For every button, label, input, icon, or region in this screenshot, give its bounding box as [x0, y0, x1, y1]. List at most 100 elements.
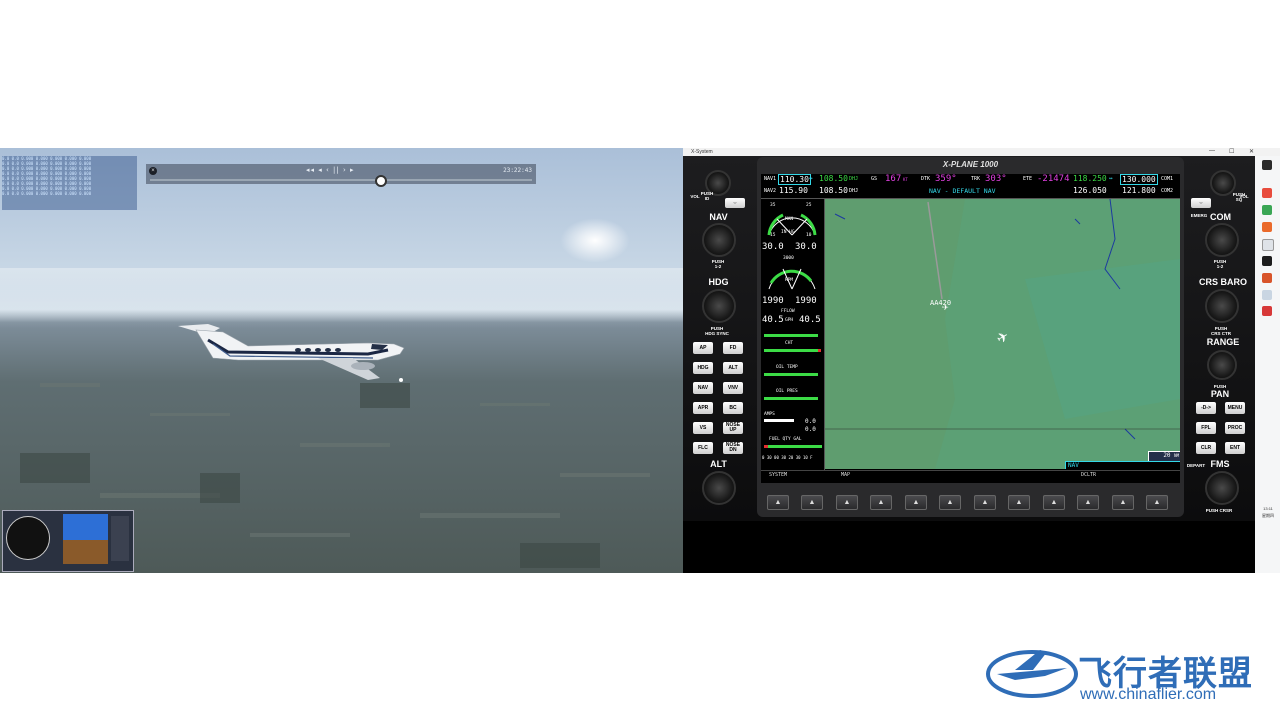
- clr-button[interactable]: CLR: [1196, 442, 1216, 454]
- push-12-label: PUSH 1-2: [711, 259, 725, 269]
- engine-indication-strip: 35 25 15 10 MAN IN HG 30.0 30.0 3000 RPM…: [761, 199, 825, 482]
- app-icon[interactable]: [1262, 273, 1272, 283]
- hdg-button[interactable]: HDG: [693, 362, 713, 374]
- alt-button[interactable]: ALT: [723, 362, 743, 374]
- close-replay-icon[interactable]: ×: [149, 167, 157, 175]
- minimize-button[interactable]: —: [1209, 148, 1215, 154]
- app-icon[interactable]: [1262, 160, 1272, 170]
- proc-button[interactable]: PROC: [1225, 422, 1245, 434]
- crs-baro-label: CRS BARO: [1198, 277, 1247, 287]
- clock-date[interactable]: 星期四: [1256, 513, 1280, 519]
- fd-button[interactable]: FD: [723, 342, 743, 354]
- alt-label: ALT: [710, 459, 727, 469]
- nav-status-box: NAV: [1065, 461, 1180, 469]
- app-icon[interactable]: [1262, 239, 1274, 251]
- vnv-button[interactable]: VNV: [723, 382, 743, 394]
- close-window-button[interactable]: ✕: [1249, 148, 1254, 155]
- fms-knob[interactable]: [1205, 471, 1239, 505]
- softkey-button-8[interactable]: ▲: [1008, 495, 1030, 510]
- push-hdg-sync-label: PUSH HDG SYNC: [705, 326, 729, 336]
- moving-map[interactable]: AA420 ✈ ✈ 20 NM NAV: [825, 199, 1180, 469]
- com-swap-button[interactable]: ⇔: [1191, 198, 1211, 208]
- app-icon[interactable]: [1262, 256, 1272, 266]
- menu-button[interactable]: MENU: [1225, 402, 1245, 414]
- softkey-button-5[interactable]: ▲: [905, 495, 927, 510]
- apr-button[interactable]: APR: [693, 402, 713, 414]
- softkey-button-11[interactable]: ▲: [1112, 495, 1134, 510]
- nav2-standby-freq[interactable]: 115.90: [779, 186, 808, 195]
- gs-value: 167: [885, 174, 902, 184]
- vsi-tape: [111, 516, 129, 561]
- app-icon[interactable]: [1262, 290, 1272, 300]
- softkey-map[interactable]: MAP: [841, 472, 850, 478]
- data-line: 0.0 0.0 0.000 0.000 0.000 0.000 0.000: [2, 191, 92, 196]
- com2-active-freq: 126.050: [1073, 186, 1107, 195]
- softkey-button-4[interactable]: ▲: [870, 495, 892, 510]
- chinaflier-logo-icon: [986, 650, 1078, 698]
- softkey-button-6[interactable]: ▲: [939, 495, 961, 510]
- softkey-button-3[interactable]: ▲: [836, 495, 858, 510]
- fms-label: FMS: [1210, 459, 1230, 469]
- nav1-ident: DHJ: [849, 176, 859, 182]
- browser-icon[interactable]: [1262, 188, 1272, 198]
- sim-viewport[interactable]: 0.0 0.0 0.000 0.000 0.000 0.000 0.000 0.…: [0, 148, 683, 573]
- softkey-button-9[interactable]: ▲: [1043, 495, 1065, 510]
- nav2-label: NAV2: [764, 188, 777, 194]
- bc-button[interactable]: BC: [723, 402, 743, 414]
- softkey-dcltr[interactable]: DCLTR: [1081, 472, 1096, 478]
- ent-button[interactable]: ENT: [1225, 442, 1245, 454]
- fpl-button[interactable]: FPL: [1196, 422, 1216, 434]
- softkey-button-10[interactable]: ▲: [1077, 495, 1099, 510]
- nav-button[interactable]: NAV: [693, 382, 713, 394]
- fuel-qty-bar: [764, 445, 822, 448]
- pan-label: PAN: [1210, 389, 1230, 399]
- ap-button[interactable]: AP: [693, 342, 713, 354]
- nose-up-button[interactable]: NOSE UP: [723, 422, 743, 434]
- g1000-title: X-PLANE 1000: [942, 160, 999, 169]
- range-knob[interactable]: [1207, 350, 1237, 380]
- softkey-button-12[interactable]: ▲: [1146, 495, 1168, 510]
- cht-label: CHT: [785, 341, 794, 346]
- com1-standby-freq[interactable]: 130.000: [1120, 174, 1158, 185]
- maximize-button[interactable]: ☐: [1229, 148, 1234, 155]
- nav1-standby-freq[interactable]: 110.30: [778, 174, 811, 185]
- nav-knob[interactable]: [702, 223, 736, 257]
- mini-instrument-panel[interactable]: [2, 510, 134, 572]
- hdg-knob[interactable]: [702, 289, 736, 323]
- crs-baro-knob[interactable]: [1205, 289, 1239, 323]
- nose-dn-button[interactable]: NOSE DN: [723, 442, 743, 454]
- trk-value: 303°: [985, 174, 1007, 184]
- nav-swap-button[interactable]: ⇔: [725, 198, 745, 208]
- softkey-system[interactable]: SYSTEM: [769, 472, 787, 478]
- clock-time[interactable]: 13:11: [1256, 506, 1280, 511]
- app-icon[interactable]: [1262, 306, 1272, 316]
- softkey-button-1[interactable]: ▲: [767, 495, 789, 510]
- nav-com-status-bar: NAV1 110.30 ↔ 108.50 DHJ NAV2 115.90 108…: [761, 174, 1180, 199]
- com2-standby-freq: 121.800: [1122, 186, 1156, 195]
- g1000-bezel: VOL PUSH ID ⇔ NAV PUSH 1-2 HDG PUSH HDG …: [683, 156, 1255, 521]
- push-12-label-right: PUSH 1-2: [1213, 259, 1227, 269]
- app-icon[interactable]: [1262, 222, 1272, 232]
- replay-transport-controls[interactable]: ◂◂ ◂ ‹ || › ▸: [306, 166, 355, 174]
- nav1-label: NAV1: [764, 176, 777, 182]
- softkey-button-2[interactable]: ▲: [801, 495, 823, 510]
- waypoint-icon[interactable]: ✈: [942, 303, 949, 312]
- push-id-label: PUSH ID: [700, 191, 714, 201]
- replay-scrubber-handle[interactable]: [375, 175, 388, 187]
- flc-button[interactable]: FLC: [693, 442, 713, 454]
- nav2-active-freq: 108.50: [819, 186, 848, 195]
- app-icon[interactable]: [1262, 205, 1272, 215]
- replay-scrubber-track[interactable]: [150, 179, 532, 181]
- in-hg-label: IN HG: [781, 230, 795, 235]
- fflow-left-value: 40.5: [762, 315, 784, 325]
- com-knob[interactable]: [1205, 223, 1239, 257]
- vs-button[interactable]: VS: [693, 422, 713, 434]
- hsi-gauge-icon: [6, 516, 50, 560]
- com2-label: COM2: [1161, 188, 1174, 194]
- direct-to-button[interactable]: -D->: [1196, 402, 1216, 414]
- rpm-left-value: 1990: [762, 296, 784, 306]
- amps-label: AMPS: [764, 412, 775, 417]
- alt-knob[interactable]: [702, 471, 736, 505]
- man-tick: 25: [806, 203, 812, 208]
- softkey-button-7[interactable]: ▲: [974, 495, 996, 510]
